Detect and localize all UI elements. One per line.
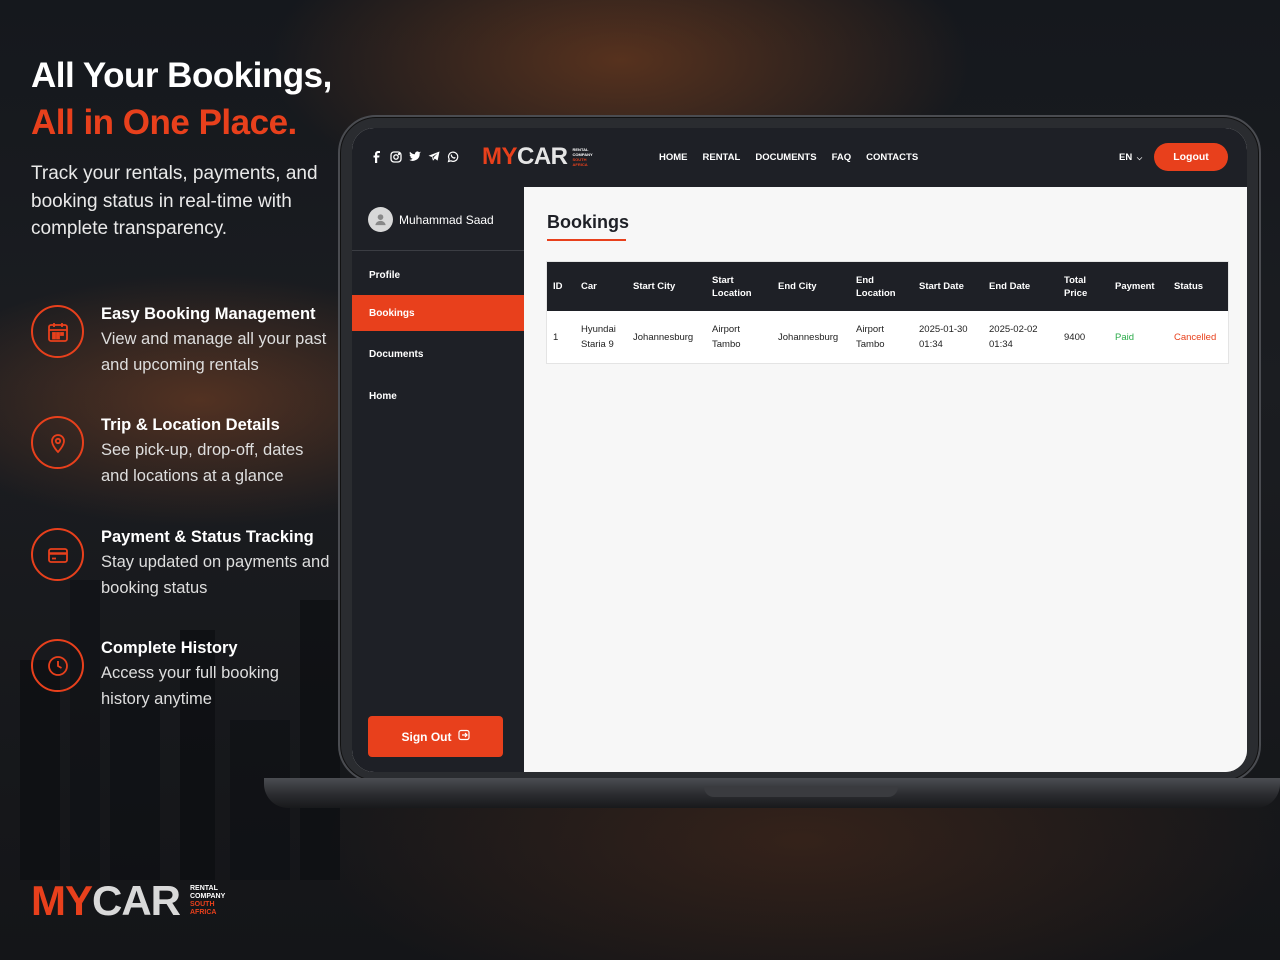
app-logo[interactable]: MYCAR RENTAL COMPANY SOUTH AFRICA: [482, 144, 593, 170]
col-header: Payment: [1115, 281, 1155, 292]
brand-tag-line: AFRICA: [190, 909, 217, 916]
social-links: [370, 150, 459, 163]
twitter-icon[interactable]: [408, 150, 421, 163]
feature-payment-status: Payment & Status Tracking Stay updated o…: [31, 528, 331, 601]
cell-end-date: 2025-02-02 01:34: [989, 324, 1038, 350]
col-header: End City: [778, 281, 817, 292]
feature-description: Access your full booking history anytime: [101, 664, 279, 708]
nav-documents[interactable]: DOCUMENTS: [755, 152, 816, 163]
brand-tag-line: SOUTH: [190, 901, 215, 908]
cell-total-price: 9400: [1064, 331, 1086, 343]
sign-out-label: Sign Out: [401, 729, 452, 744]
user-name: Muhammad Saad: [399, 212, 494, 227]
col-header: Start City: [633, 281, 676, 292]
feature-complete-history: Complete History Access your full bookin…: [31, 639, 331, 712]
title-underline: [547, 239, 626, 241]
col-header: Total Price: [1064, 274, 1088, 299]
hero-subtitle: Track your rentals, payments, and bookin…: [31, 163, 318, 239]
brand-tagline: RENTAL COMPANY SOUTH AFRICA: [190, 885, 225, 917]
app-logo-my: MY: [482, 143, 518, 170]
table-row[interactable]: 1 Hyundai Staria 9 Johannesburg Airport …: [547, 311, 1228, 363]
col-header: Start Date: [919, 281, 964, 292]
laptop-notch: [704, 786, 898, 797]
cell-start-city: Johannesburg: [633, 331, 694, 343]
brand-car: CAR: [92, 877, 181, 924]
facebook-icon[interactable]: [370, 150, 383, 163]
bookings-content: Bookings ID Car Start City Start Locatio…: [524, 187, 1247, 772]
telegram-icon[interactable]: [427, 150, 440, 163]
nav-contacts[interactable]: CONTACTS: [866, 152, 918, 163]
sidebar: Muhammad Saad Profile Bookings Documents…: [352, 187, 524, 772]
col-header: End Location: [856, 274, 896, 299]
credit-card-icon: [31, 528, 84, 581]
calendar-icon: [31, 305, 84, 358]
language-selector[interactable]: EN ⌵: [1119, 152, 1142, 163]
feature-booking-management: Easy Booking Management View and manage …: [31, 305, 331, 378]
sign-out-button[interactable]: Sign Out: [368, 716, 503, 757]
cell-end-city: Johannesburg: [778, 331, 839, 343]
feature-description: Stay updated on payments and booking sta…: [101, 553, 330, 597]
language-label: EN: [1119, 152, 1133, 163]
hero-title-line1: All Your Bookings,: [31, 56, 332, 95]
hero-title-line2: All in One Place.: [31, 103, 297, 142]
col-header: End Date: [989, 281, 1031, 292]
app-logo-tagline: RENTAL COMPANY SOUTH AFRICA: [573, 147, 593, 167]
sign-out-icon: [457, 729, 470, 744]
instagram-icon[interactable]: [389, 150, 402, 163]
feature-description: See pick-up, drop-off, dates and locatio…: [101, 441, 304, 485]
logout-button[interactable]: Logout: [1154, 143, 1228, 171]
nav-faq[interactable]: FAQ: [832, 152, 852, 163]
cell-car: Hyundai Staria 9: [581, 324, 616, 350]
cell-start-location: Airport Tambo: [712, 324, 741, 350]
user-profile: Muhammad Saad: [368, 207, 494, 232]
avatar: [368, 207, 393, 232]
app-header: MYCAR RENTAL COMPANY SOUTH AFRICA HOME R…: [352, 128, 1247, 187]
cell-booking-status: Cancelled: [1174, 331, 1217, 343]
app-screen: MYCAR RENTAL COMPANY SOUTH AFRICA HOME R…: [352, 128, 1247, 772]
brand-tag-line: COMPANY: [190, 893, 226, 900]
col-header: ID: [553, 281, 563, 292]
col-header: Car: [581, 281, 597, 292]
hero-title: All Your Bookings, All in One Place.: [31, 52, 351, 146]
chevron-down-icon: ⌵: [1136, 155, 1143, 162]
clock-icon: [31, 639, 84, 692]
cell-start-date: 2025-01-30 01:34: [919, 324, 968, 350]
sidebar-item-bookings[interactable]: Bookings: [352, 295, 524, 331]
user-icon: [375, 214, 386, 226]
location-pin-icon: [31, 416, 84, 469]
table-header-row: ID Car Start City Start Location End Cit…: [547, 262, 1228, 311]
feature-title: Payment & Status Tracking: [101, 528, 314, 546]
col-header: Status: [1174, 281, 1204, 292]
page-title: Bookings: [547, 212, 630, 232]
sidebar-divider: [352, 250, 524, 251]
sidebar-item-documents[interactable]: Documents: [352, 336, 524, 372]
main-nav: HOME RENTAL DOCUMENTS FAQ CONTACTS: [659, 152, 918, 163]
app-logo-tag-line: AFRICA: [572, 162, 588, 167]
col-header: Start Location: [712, 274, 752, 299]
hero-section: All Your Bookings, All in One Place. Tra…: [31, 52, 351, 243]
feature-description: View and manage all your past and upcomi…: [101, 330, 327, 374]
brand-tag-line: RENTAL: [190, 885, 218, 892]
feature-title: Trip & Location Details: [101, 416, 280, 434]
sidebar-item-home[interactable]: Home: [352, 378, 524, 414]
feature-title: Complete History: [101, 639, 238, 657]
nav-rental[interactable]: RENTAL: [703, 152, 741, 163]
cell-end-location: Airport Tambo: [856, 324, 885, 350]
whatsapp-icon[interactable]: [446, 150, 459, 163]
brand-logo: MYCAR RENTAL COMPANY SOUTH AFRICA: [31, 880, 225, 922]
nav-home[interactable]: HOME: [659, 152, 688, 163]
brand-my: MY: [31, 877, 93, 924]
sidebar-item-profile[interactable]: Profile: [352, 257, 524, 293]
feature-title: Easy Booking Management: [101, 305, 316, 323]
feature-trip-location: Trip & Location Details See pick-up, dro…: [31, 416, 331, 489]
cell-payment-status: Paid: [1115, 331, 1135, 343]
bookings-table: ID Car Start City Start Location End Cit…: [547, 262, 1228, 363]
app-logo-car: CAR: [517, 143, 568, 170]
cell-id: 1: [553, 331, 559, 343]
